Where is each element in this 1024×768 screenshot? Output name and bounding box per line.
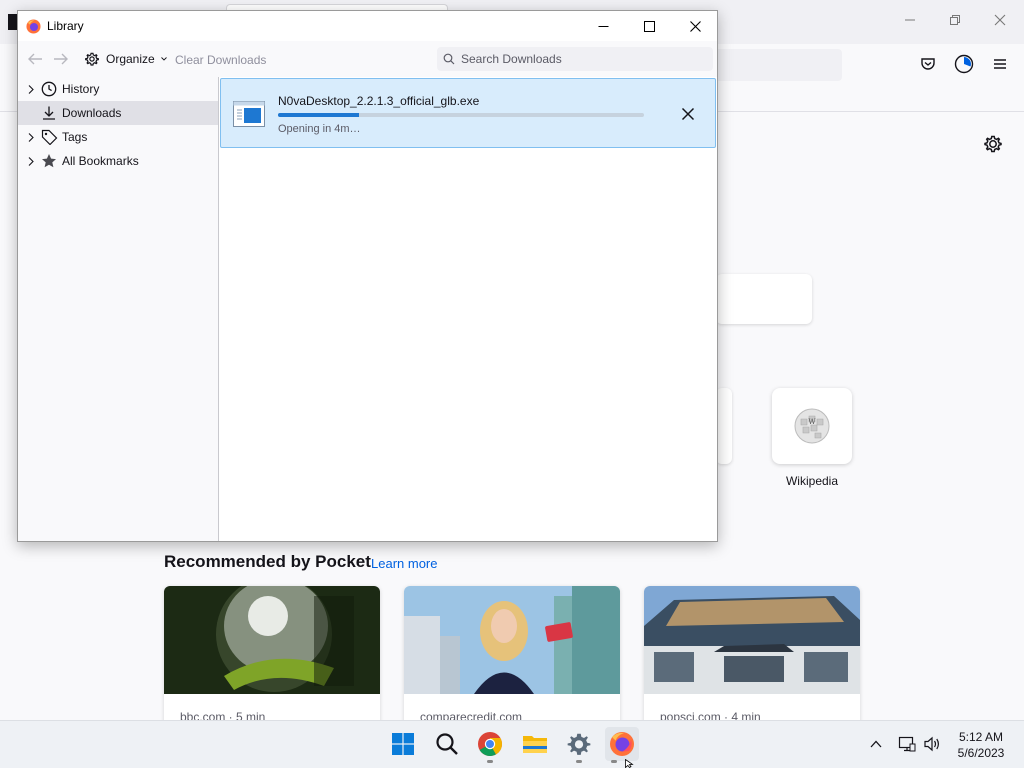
gear-icon xyxy=(567,733,591,755)
library-window: Library Organize Clear Downloads Search … xyxy=(17,10,718,542)
pocket-icon[interactable] xyxy=(916,52,940,76)
gear-icon[interactable] xyxy=(981,132,1005,156)
taskbar-file-explorer[interactable] xyxy=(518,727,552,761)
library-maximize-button[interactable] xyxy=(626,11,672,41)
chevron-right-icon[interactable] xyxy=(24,156,38,166)
search-box[interactable] xyxy=(716,274,812,324)
sidebar-item-all-bookmarks[interactable]: All Bookmarks xyxy=(18,149,218,173)
downloads-list: N0vaDesktop_2.2.1.3_official_glb.exe Ope… xyxy=(219,77,717,541)
chrome-icon xyxy=(478,732,502,757)
firefox-icon xyxy=(26,19,41,34)
shortcut-tile-wikipedia[interactable]: W xyxy=(772,388,852,464)
restore-button[interactable] xyxy=(940,8,970,36)
sidebar-item-history[interactable]: History xyxy=(18,77,218,101)
learn-more-link[interactable]: Learn more xyxy=(371,556,437,571)
taskbar-search-button[interactable] xyxy=(430,727,464,761)
search-icon xyxy=(436,733,458,755)
chevron-up-icon[interactable] xyxy=(866,734,886,754)
wikipedia-globe-icon: W xyxy=(794,408,830,444)
clear-downloads-button[interactable]: Clear Downloads xyxy=(175,53,266,67)
running-indicator xyxy=(487,760,493,763)
search-icon xyxy=(443,53,455,65)
organize-label: Organize xyxy=(106,52,155,66)
download-filename: N0vaDesktop_2.2.1.3_official_glb.exe xyxy=(278,94,480,108)
library-titlebar[interactable]: Library xyxy=(18,11,717,41)
pocket-card[interactable]: popsci.com · 4 min xyxy=(644,586,860,726)
article-thumbnail xyxy=(164,586,380,694)
search-placeholder: Search Downloads xyxy=(461,52,562,66)
library-sidebar: History Downloads Tags All Bookmarks xyxy=(18,77,219,541)
sidebar-item-label: Tags xyxy=(62,130,88,144)
executable-file-icon xyxy=(233,101,265,127)
mouse-cursor-icon xyxy=(625,759,634,768)
pocket-card[interactable]: bbc.com · 5 min xyxy=(164,586,380,726)
firefox-icon xyxy=(610,732,634,756)
volume-icon[interactable] xyxy=(922,734,942,754)
star-icon xyxy=(40,152,58,170)
system-clock[interactable]: 5:12 AM 5/6/2023 xyxy=(946,729,1016,761)
network-icon[interactable] xyxy=(897,734,917,754)
sidebar-item-label: History xyxy=(62,82,100,96)
sidebar-item-label: Downloads xyxy=(62,106,122,120)
search-downloads-input[interactable]: Search Downloads xyxy=(437,47,713,71)
article-thumbnail xyxy=(644,586,860,694)
forward-arrow-icon[interactable] xyxy=(52,51,72,67)
library-minimize-button[interactable] xyxy=(580,11,626,41)
url-bar[interactable] xyxy=(700,49,842,81)
minimize-button[interactable] xyxy=(895,8,925,36)
chevron-right-icon[interactable] xyxy=(24,132,38,142)
pocket-heading: Recommended by Pocket xyxy=(164,552,371,571)
taskbar-settings[interactable] xyxy=(562,727,596,761)
clock-icon xyxy=(40,80,58,98)
cancel-download-button[interactable] xyxy=(676,102,700,126)
library-title: Library xyxy=(47,19,84,33)
download-progress-fill xyxy=(278,113,359,117)
shortcut-label: Wikipedia xyxy=(785,474,839,488)
start-button[interactable] xyxy=(386,727,420,761)
menu-icon[interactable] xyxy=(988,52,1012,76)
tag-icon xyxy=(40,128,58,146)
download-icon xyxy=(40,104,58,122)
chevron-down-icon xyxy=(160,57,167,61)
sidebar-item-tags[interactable]: Tags xyxy=(18,125,218,149)
running-indicator xyxy=(576,760,582,763)
account-icon[interactable] xyxy=(952,52,976,76)
download-status: Opening in 4m… xyxy=(278,123,361,135)
library-close-button[interactable] xyxy=(672,11,718,41)
clock-time: 5:12 AM xyxy=(958,730,1004,744)
gear-icon xyxy=(85,52,99,66)
article-thumbnail xyxy=(404,586,620,694)
pocket-card[interactable]: comparecredit.com xyxy=(404,586,620,726)
back-arrow-icon[interactable] xyxy=(26,51,46,67)
running-indicator xyxy=(611,760,617,763)
sidebar-item-downloads[interactable]: Downloads xyxy=(18,101,218,125)
taskbar-chrome[interactable] xyxy=(473,727,507,761)
close-icon xyxy=(681,107,695,121)
chevron-right-icon[interactable] xyxy=(24,84,38,94)
windows-logo-icon xyxy=(392,733,414,755)
folder-icon xyxy=(523,736,547,753)
clock-date: 5/6/2023 xyxy=(957,746,1005,760)
shortcut-tile[interactable] xyxy=(716,388,732,464)
close-button[interactable] xyxy=(985,8,1015,36)
taskbar-firefox[interactable] xyxy=(605,727,639,761)
svg-text:W: W xyxy=(808,418,816,426)
organize-button[interactable]: Organize xyxy=(84,49,167,69)
download-item[interactable]: N0vaDesktop_2.2.1.3_official_glb.exe Ope… xyxy=(220,78,716,148)
sidebar-item-label: All Bookmarks xyxy=(62,154,139,168)
download-progress-bar xyxy=(278,113,644,117)
